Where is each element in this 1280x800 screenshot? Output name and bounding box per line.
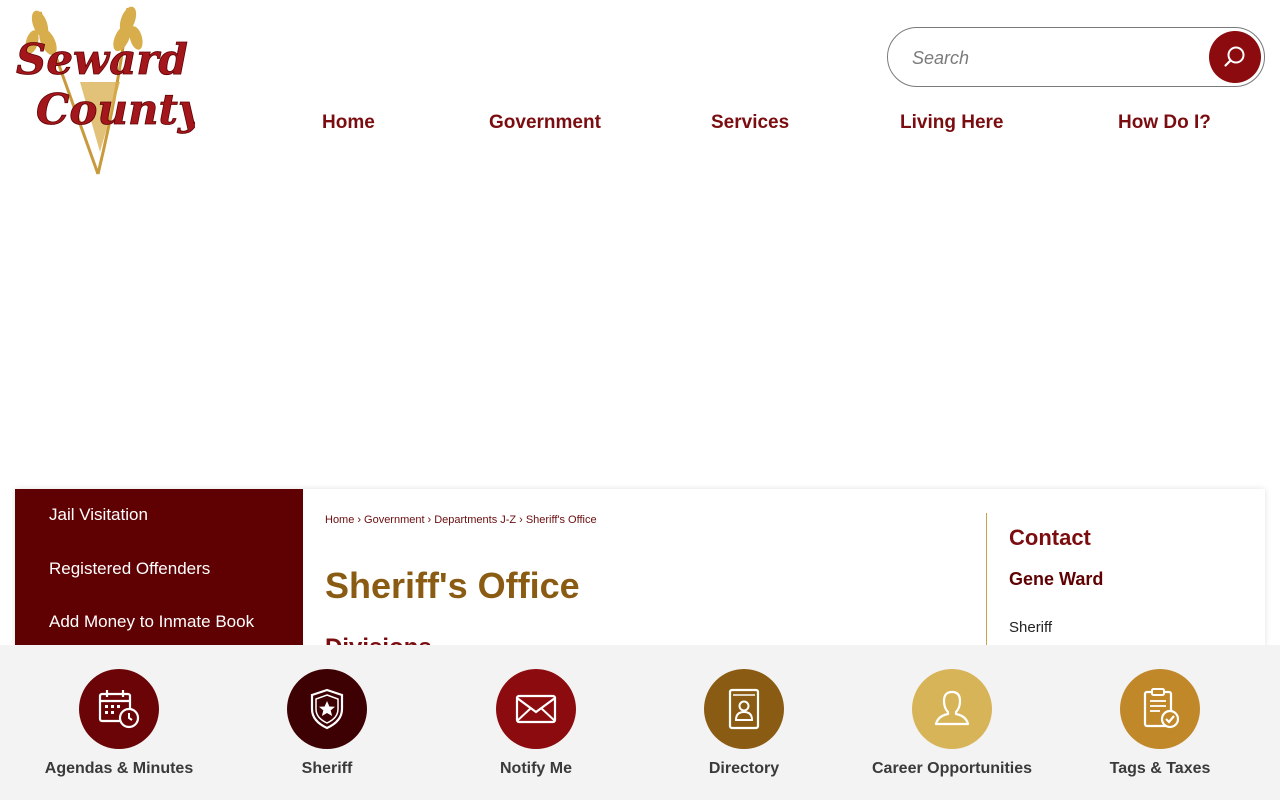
quick-link-tags-taxes[interactable]: Tags & Taxes <box>1060 669 1260 789</box>
envelope-icon <box>515 694 557 724</box>
quick-link-circle <box>704 669 784 749</box>
person-icon <box>934 690 970 726</box>
quick-link-directory[interactable]: Directory <box>644 669 844 789</box>
search-button[interactable] <box>1209 31 1261 83</box>
quick-link-label: Career Opportunities <box>871 760 1033 777</box>
quick-link-agendas-minutes[interactable]: Agendas & Minutes <box>19 669 219 789</box>
quick-link-circle <box>1120 669 1200 749</box>
nav-government[interactable]: Government <box>489 112 601 134</box>
contact-divider <box>986 513 987 649</box>
breadcrumb-separator: › <box>427 514 432 526</box>
quick-link-label: Tags & Taxes <box>1109 760 1211 777</box>
contact-role: Sheriff <box>1009 619 1053 636</box>
quick-link-career-opportunities[interactable]: Career Opportunities <box>852 669 1052 789</box>
nav-home[interactable]: Home <box>322 112 375 134</box>
svg-text:Seward: Seward <box>16 35 188 84</box>
side-item-registered-offenders[interactable]: Registered Offenders <box>49 559 210 579</box>
seward-county-logo[interactable]: Seward County <box>10 2 205 180</box>
quick-link-label: Directory <box>708 760 780 777</box>
search-input[interactable] <box>912 42 1202 74</box>
content-card: Jail Visitation Registered Offenders Add… <box>15 489 1265 661</box>
breadcrumb-separator: › <box>519 514 523 526</box>
nav-living-here[interactable]: Living Here <box>900 112 1003 134</box>
breadcrumb: Home › Government › Departments J-Z › Sheriff'… <box>325 514 597 526</box>
side-menu: Jail Visitation Registered Offenders Add… <box>15 489 303 649</box>
search-icon <box>1224 46 1245 67</box>
side-item-jail-visitation[interactable]: Jail Visitation <box>49 505 148 525</box>
nav-services[interactable]: Services <box>711 112 789 134</box>
side-item-add-money-inmate-book[interactable]: Add Money to Inmate Book <box>49 612 254 632</box>
breadcrumb-government[interactable]: Government <box>364 514 425 526</box>
quick-link-circle <box>79 669 159 749</box>
breadcrumb-home[interactable]: Home <box>325 514 354 526</box>
address-book-icon <box>728 688 760 730</box>
logo-graphic: Seward County <box>16 6 205 175</box>
quick-link-notify-me[interactable]: Notify Me <box>436 669 636 789</box>
calendar-clock-icon <box>98 690 140 729</box>
quick-link-label: Notify Me <box>500 760 572 777</box>
quick-link-circle <box>287 669 367 749</box>
nav-how-do-i[interactable]: How Do I? <box>1118 112 1211 134</box>
quick-link-circle <box>912 669 992 749</box>
svg-text:County: County <box>36 85 195 134</box>
quick-link-circle <box>496 669 576 749</box>
quick-links-bar: Agendas & Minutes Sheriff Notify Me Dire… <box>0 645 1280 800</box>
clipboard-check-icon <box>1143 688 1180 729</box>
page-title: Sheriff's Office <box>325 565 580 606</box>
quick-link-label: Agendas & Minutes <box>44 760 194 777</box>
main-navigation: Home Government Services Living Here How… <box>300 112 1240 146</box>
breadcrumb-departments-j-z[interactable]: Departments J-Z <box>434 514 516 526</box>
breadcrumb-separator: › <box>357 514 362 526</box>
quick-link-label: Sheriff <box>301 760 353 777</box>
badge-star-icon <box>310 688 344 730</box>
contact-name: Gene Ward <box>1009 569 1104 589</box>
breadcrumb-sheriffs-office[interactable]: Sheriff's Office <box>526 514 597 526</box>
search-box <box>887 27 1265 87</box>
contact-heading: Contact <box>1009 525 1091 550</box>
quick-link-sheriff[interactable]: Sheriff <box>227 669 427 789</box>
